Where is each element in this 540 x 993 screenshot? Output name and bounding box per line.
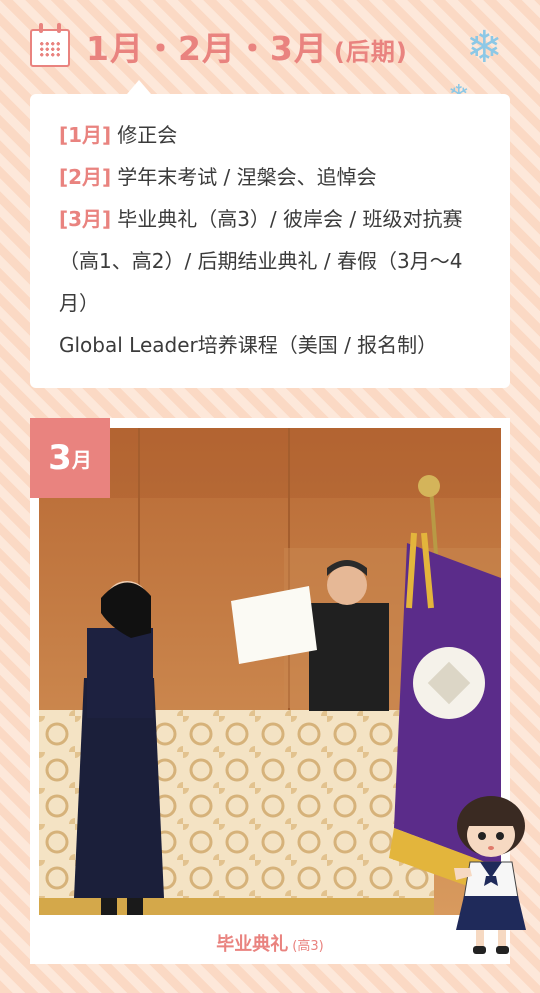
graduation-photo <box>39 428 501 915</box>
badge-unit: 月 <box>71 447 92 472</box>
event-line-feb: [2月] 学年末考试 / 涅槃会、追悼会 <box>59 156 482 198</box>
event-line-jan: [1月] 修正会 <box>59 114 482 156</box>
title-suffix: (后期) <box>333 38 408 66</box>
photo-caption: 毕业典礼 (高3) <box>30 930 510 956</box>
badge-number: 3 <box>48 438 72 478</box>
title-months: 1月・2月・3月 <box>86 29 328 68</box>
month-badge: 3月 <box>30 418 110 498</box>
snowflake-icon: ❄ <box>466 22 503 73</box>
mascot-character <box>448 790 534 960</box>
event-text: 学年末考试 / 涅槃会、追悼会 <box>117 165 377 189</box>
month-label: [2月] <box>59 165 112 189</box>
event-line-extra: Global Leader培养课程（美国 / 报名制） <box>59 333 438 357</box>
section-header: 1月・2月・3月 (后期) <box>30 18 408 74</box>
caption-text: 毕业典礼 <box>216 934 289 955</box>
caption-note: (高3) <box>292 939 324 954</box>
event-line-mar: [3月] 毕业典礼（高3）/ 彼岸会 / 班级对抗赛（高1、高2）/ 后期结业典礼… <box>59 198 482 324</box>
month-label: [3月] <box>59 207 112 231</box>
page-title: 1月・2月・3月 (后期) <box>86 22 408 70</box>
month-label: [1月] <box>59 123 112 147</box>
event-text: 修正会 <box>117 123 178 147</box>
calendar-icon <box>30 23 72 69</box>
schedule-card: [1月] 修正会 [2月] 学年末考试 / 涅槃会、追悼会 [3月] 毕业典礼（高3）… <box>30 80 510 388</box>
photo-card: 毕业典礼 (高3) <box>30 418 510 964</box>
event-text: 毕业典礼（高3）/ 彼岸会 / 班级对抗赛（高1、高2）/ 后期结业典礼 / 春… <box>59 207 463 315</box>
